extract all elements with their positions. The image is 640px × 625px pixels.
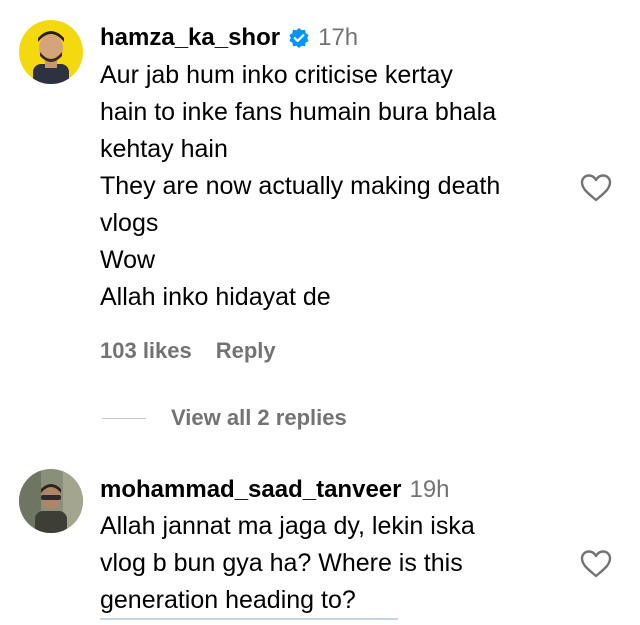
username[interactable]: hamza_ka_shor — [100, 24, 280, 52]
comment-line: vlog b bun gya ha? Where is this — [100, 549, 463, 577]
comment-line: Wow — [100, 246, 156, 274]
avatar[interactable] — [19, 20, 83, 84]
comment-text: Aur jab hum inko criticise kertay hain t… — [100, 57, 500, 316]
comment-line: Allah inko hidayat de — [100, 283, 331, 311]
heart-outline-icon — [580, 174, 612, 202]
username[interactable]: mohammad_saad_tanveer — [100, 476, 401, 504]
avatar-image — [19, 469, 83, 533]
heart-outline-icon — [580, 550, 612, 578]
comment-meta: 103 likes Reply — [100, 338, 300, 364]
replies-divider — [102, 417, 146, 419]
view-replies-button[interactable]: View all 2 replies — [102, 405, 347, 431]
timestamp: 19h — [409, 476, 450, 503]
avatar[interactable] — [19, 469, 83, 533]
comment-header: mohammad_saad_tanveer 19h — [100, 476, 450, 504]
like-button[interactable] — [579, 549, 613, 579]
like-button[interactable] — [579, 173, 613, 203]
likes-count[interactable]: 103 likes — [100, 338, 192, 364]
comment-line: Allah jannat ma jaga dy, lekin iska — [100, 512, 475, 540]
comment-line: They are now actually making death — [100, 172, 501, 200]
reply-button[interactable]: Reply — [216, 338, 276, 364]
timestamp: 17h — [318, 24, 359, 51]
text-selection-underline — [100, 618, 398, 620]
verified-badge-icon — [288, 27, 310, 49]
comment-text: Allah jannat ma jaga dy, lekin iska vlog… — [100, 508, 475, 619]
comment-header: hamza_ka_shor 17h — [100, 24, 358, 52]
comment-line: Aur jab hum inko criticise kertay — [100, 61, 453, 89]
view-replies-label: View all 2 replies — [171, 405, 347, 430]
comment-line: kehtay hain — [100, 135, 228, 163]
comment-line: generation heading to? — [100, 586, 356, 614]
comment-line: hain to inke fans humain bura bhala — [100, 98, 497, 126]
comment-line: vlogs — [100, 209, 159, 237]
avatar-image — [19, 20, 83, 84]
